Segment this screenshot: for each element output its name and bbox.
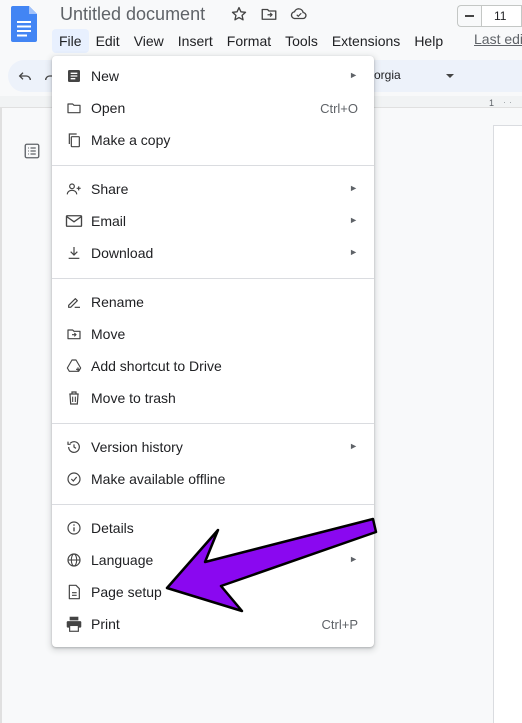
printer-icon [65, 615, 83, 633]
menu-file[interactable]: File [52, 29, 89, 53]
menu-item-move-to-trash[interactable]: Move to trash [52, 382, 374, 414]
drive-shortcut-icon [65, 357, 83, 375]
menu-separator [52, 504, 374, 505]
menu-item-make-copy[interactable]: Make a copy [52, 124, 374, 156]
download-icon [65, 244, 83, 262]
trash-icon [65, 389, 83, 407]
add-person-icon [65, 180, 83, 198]
menu-extensions[interactable]: Extensions [325, 29, 407, 53]
ruler-mark: 1 [489, 98, 495, 108]
menu-item-add-shortcut[interactable]: Add shortcut to Drive [52, 350, 374, 382]
menu-item-open[interactable]: Open Ctrl+O [52, 92, 374, 124]
decrease-font-size-button[interactable] [457, 5, 481, 27]
last-edit-link[interactable]: Last edi [474, 31, 522, 47]
menu-item-rename[interactable]: Rename [52, 286, 374, 318]
document-outline-icon[interactable] [23, 142, 41, 165]
star-icon[interactable] [229, 4, 249, 24]
menu-insert[interactable]: Insert [171, 29, 220, 53]
move-to-folder-icon[interactable] [259, 4, 279, 24]
menu-help[interactable]: Help [407, 29, 450, 53]
font-size-input[interactable]: 11 [481, 5, 522, 27]
menu-item-email[interactable]: Email ► [52, 205, 374, 237]
undo-icon[interactable] [16, 68, 34, 89]
menu-item-move[interactable]: Move [52, 318, 374, 350]
left-pane-border [0, 108, 2, 723]
open-shortcut: Ctrl+O [320, 101, 358, 116]
font-dropdown-caret-icon[interactable] [446, 74, 454, 78]
cloud-saved-icon[interactable] [289, 4, 309, 24]
menu-item-details[interactable]: Details [52, 512, 374, 544]
menu-edit[interactable]: Edit [89, 29, 127, 53]
new-document-icon [65, 67, 83, 85]
menu-bar: File Edit View Insert Format Tools Exten… [52, 29, 450, 53]
menu-separator [52, 423, 374, 424]
move-folder-icon [65, 325, 83, 343]
submenu-arrow-icon: ► [349, 215, 358, 225]
menu-item-share[interactable]: Share ► [52, 173, 374, 205]
menu-item-make-available-offline[interactable]: Make available offline [52, 463, 374, 495]
menu-view[interactable]: View [127, 29, 171, 53]
print-shortcut: Ctrl+P [321, 617, 358, 632]
menu-item-new[interactable]: New ► [52, 60, 374, 92]
font-family-select[interactable]: orgia [374, 68, 401, 82]
ruler-ticks: ·· [503, 97, 515, 107]
copy-icon [65, 131, 83, 149]
menu-item-version-history[interactable]: Version history ► [52, 431, 374, 463]
menu-format[interactable]: Format [220, 29, 278, 53]
document-title[interactable]: Untitled document [60, 4, 205, 25]
menu-item-language[interactable]: Language ► [52, 544, 374, 576]
submenu-arrow-icon: ► [349, 183, 358, 193]
submenu-arrow-icon: ► [349, 441, 358, 451]
menu-separator [52, 278, 374, 279]
rename-pencil-icon [65, 293, 83, 311]
email-icon [65, 212, 83, 230]
docs-logo-icon[interactable] [11, 6, 37, 42]
menu-item-download[interactable]: Download ► [52, 237, 374, 269]
menu-separator [52, 165, 374, 166]
page-setup-document-icon [65, 583, 83, 601]
submenu-arrow-icon: ► [349, 247, 358, 257]
menu-item-print[interactable]: Print Ctrl+P [52, 608, 374, 640]
submenu-arrow-icon: ► [349, 554, 358, 564]
info-icon [65, 519, 83, 537]
offline-check-icon [65, 470, 83, 488]
file-menu: New ► Open Ctrl+O Make a copy Share ► Em… [52, 56, 374, 647]
menu-item-page-setup[interactable]: Page setup [52, 576, 374, 608]
menu-tools[interactable]: Tools [278, 29, 325, 53]
folder-open-icon [65, 99, 83, 117]
globe-icon [65, 551, 83, 569]
submenu-arrow-icon: ► [349, 70, 358, 80]
history-icon [65, 438, 83, 456]
document-page[interactable] [493, 125, 522, 723]
